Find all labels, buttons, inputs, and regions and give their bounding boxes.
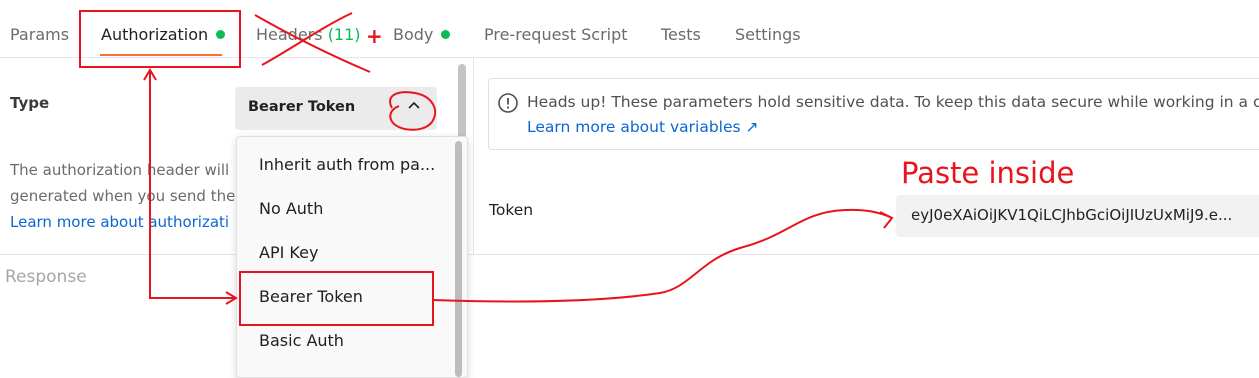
plus-annotation: +	[366, 24, 383, 48]
menu-item-bearer-token[interactable]: Bearer Token	[259, 287, 363, 306]
auth-type-dropdown: Inherit auth from pa... No Auth API Key …	[236, 136, 468, 378]
token-label: Token	[489, 201, 534, 219]
arrowhead-curvy	[879, 211, 894, 229]
headers-count: (11)	[327, 25, 361, 44]
tab-body[interactable]: Body	[393, 25, 451, 44]
menu-item-inherit-auth[interactable]: Inherit auth from pa...	[259, 155, 435, 174]
tab-label: Pre-request Script	[484, 25, 628, 44]
learn-more-authorization-link[interactable]: Learn more about authorizati	[10, 209, 260, 235]
tabs-divider	[0, 57, 1259, 58]
dropdown-scrollbar[interactable]	[455, 141, 462, 377]
panel-divider	[465, 254, 1259, 255]
status-dot	[441, 30, 451, 39]
tab-authorization[interactable]: Authorization	[101, 25, 226, 44]
token-input[interactable]: eyJ0eXAiOiJKV1QiLCJhbGciOiJIUzUxMiJ9.e..…	[896, 195, 1259, 237]
sensitive-data-alert: Heads up! These parameters hold sensitiv…	[488, 78, 1259, 150]
menu-item-basic-auth[interactable]: Basic Auth	[259, 331, 344, 350]
tab-pre-request-script[interactable]: Pre-request Script	[484, 25, 628, 44]
auth-type-value: Bearer Token	[248, 99, 356, 115]
tab-label: Params	[10, 25, 70, 44]
learn-more-variables-link[interactable]: Learn more about variables ↗	[527, 118, 759, 136]
tab-label: Tests	[661, 25, 701, 44]
chevron-up-icon	[408, 101, 420, 109]
alert-message: Heads up! These parameters hold sensitiv…	[527, 93, 1259, 111]
arrowhead-up	[143, 68, 157, 81]
arrowhead-right	[225, 291, 238, 305]
menu-item-no-auth[interactable]: No Auth	[259, 199, 323, 218]
paste-inside-annotation: Paste inside	[901, 156, 1075, 190]
response-label: Response	[5, 267, 87, 287]
vertical-divider	[473, 58, 474, 254]
auth-type-label: Type	[10, 94, 50, 112]
tab-label: Body	[393, 25, 434, 44]
menu-item-api-key[interactable]: API Key	[259, 243, 318, 262]
tab-label: Authorization	[101, 25, 209, 44]
tab-tests[interactable]: Tests	[661, 25, 701, 44]
description-line: The authorization header will	[10, 161, 230, 179]
tab-label: Headers	[256, 25, 323, 44]
tab-settings[interactable]: Settings	[735, 25, 801, 44]
tab-label: Settings	[735, 25, 801, 44]
token-value: eyJ0eXAiOiJKV1QiLCJhbGciOiJIUzUxMiJ9.e..…	[911, 206, 1233, 224]
tab-params[interactable]: Params	[10, 25, 69, 44]
description-line: generated when you send the	[10, 187, 236, 205]
status-dot	[216, 30, 226, 39]
tab-headers[interactable]: Headers (11)	[256, 25, 361, 44]
info-circle-icon	[498, 93, 518, 113]
curvy-arrow	[432, 208, 893, 303]
auth-type-select[interactable]: Bearer Token	[235, 87, 437, 130]
auth-description: The authorization header will generated …	[10, 157, 260, 235]
active-tab-indicator	[100, 54, 222, 56]
